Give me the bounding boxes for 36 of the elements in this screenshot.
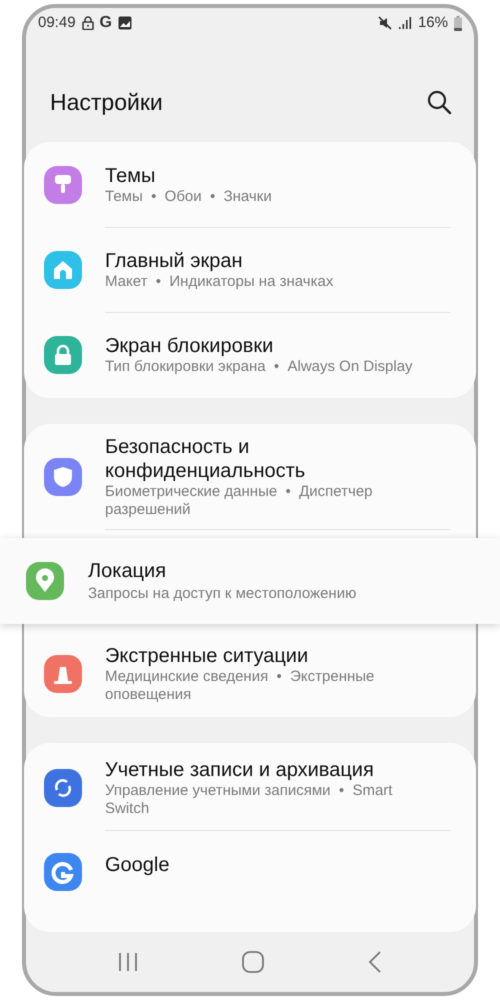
item-title: Безопасность и конфиденциальность bbox=[105, 435, 306, 483]
item-subtitle: Биометрические данные • Диспетчер разрешений bbox=[105, 483, 374, 519]
settings-item[interactable]: Темы Темы • Обои • Значки bbox=[24, 143, 476, 227]
item-title: Локация bbox=[88, 559, 168, 584]
image-icon bbox=[118, 16, 132, 30]
item-subtitle: Темы • Обои • Значки bbox=[105, 188, 273, 206]
settings-item[interactable]: Безопасность и конфиденциальность Биометрические данные • Диспетчер разрешений bbox=[24, 425, 476, 529]
item-title: Главный экран bbox=[105, 249, 244, 273]
status-time: 09:49 bbox=[38, 12, 76, 33]
item-title: Экстренные ситуации bbox=[105, 644, 310, 668]
settings-item[interactable]: Экран блокировки Тип блокировки экрана • Always On Display bbox=[24, 313, 476, 397]
item-subtitle: Тип блокировки экрана • Always On Display bbox=[105, 358, 414, 376]
battery-percent: 16% bbox=[418, 12, 448, 33]
item-title: Учетные записи и архивация bbox=[105, 758, 375, 782]
item-subtitle: Управление учетными записями • Smart Switch bbox=[105, 782, 394, 818]
settings-item[interactable]: Главный экран Макет • Индикаторы на значках bbox=[24, 228, 476, 312]
item-subtitle: Медицинские сведения • Экстренные оповещения bbox=[105, 668, 376, 704]
home-button-icon[interactable] bbox=[241, 950, 265, 974]
settings-item[interactable]: Локация Запросы на доступ к местоположению bbox=[0, 538, 500, 624]
item-title: Google bbox=[105, 853, 170, 877]
item-title: Темы bbox=[105, 164, 156, 188]
lock-icon bbox=[82, 16, 94, 30]
battery-icon bbox=[454, 16, 462, 30]
page-title: Настройки bbox=[50, 88, 163, 117]
notification-letter: G bbox=[100, 13, 112, 33]
back-icon[interactable] bbox=[367, 950, 383, 974]
search-icon[interactable] bbox=[426, 89, 452, 115]
settings-item[interactable]: Экстренные ситуации Медицинские сведения • Экстренные оповещения bbox=[24, 632, 476, 716]
settings-item[interactable]: Учетные записи и архивация Управление учетными записями • Smart Switch bbox=[24, 746, 476, 830]
settings-item[interactable]: Google bbox=[24, 831, 476, 901]
signal-icon bbox=[398, 16, 412, 30]
item-subtitle: Запросы на доступ к местоположению bbox=[88, 584, 356, 604]
item-subtitle: Макет • Индикаторы на значках bbox=[105, 273, 334, 291]
item-title: Экран блокировки bbox=[105, 334, 274, 358]
mute-icon bbox=[378, 16, 392, 30]
recent-apps-icon[interactable] bbox=[117, 951, 139, 973]
